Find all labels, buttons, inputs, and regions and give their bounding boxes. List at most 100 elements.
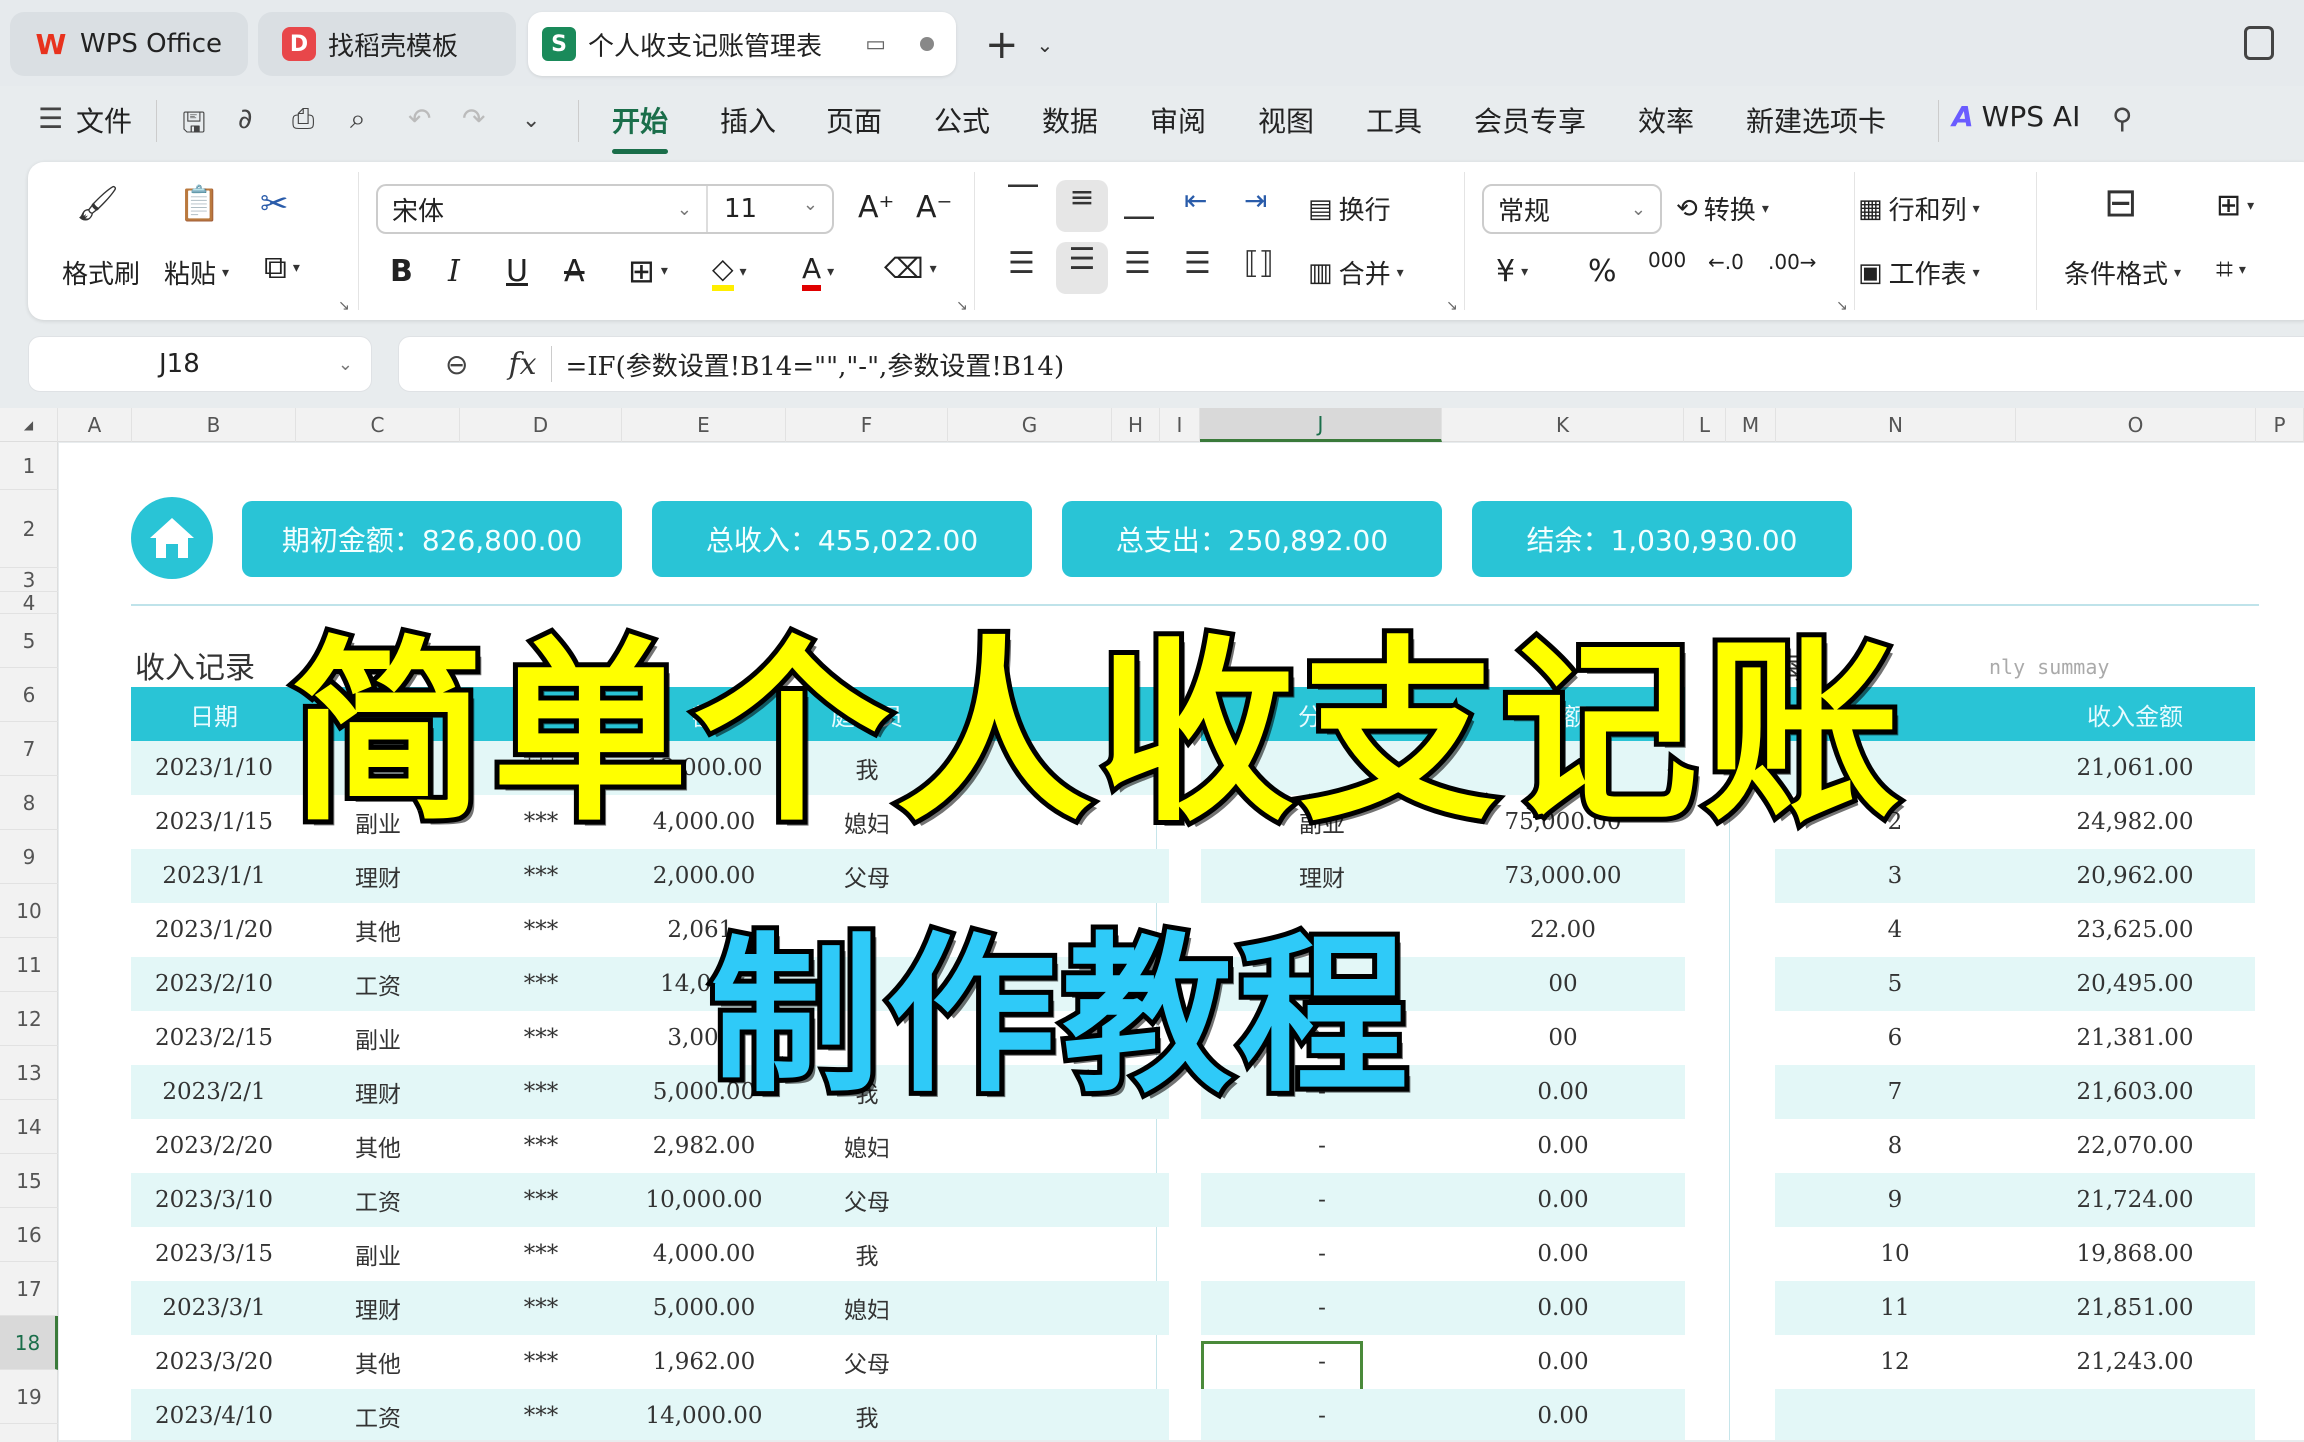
menu-formula[interactable]: 公式 <box>934 100 990 140</box>
search-icon[interactable]: ⚲ <box>2112 102 2133 135</box>
window-layout-icon[interactable] <box>2244 26 2274 60</box>
align-bottom-icon[interactable]: ⎽ <box>1124 186 1154 221</box>
row-header-13[interactable]: 13 <box>0 1046 58 1100</box>
income_section-cell[interactable]: *** <box>460 1119 622 1173</box>
font-size-dropdown[interactable]: 11 ⌄ <box>708 194 832 224</box>
income_section-cell[interactable]: 2,982.00 <box>622 1119 786 1173</box>
tab-spreadsheet[interactable]: S 个人收支记账管理表 ▭ <box>528 12 956 76</box>
monthly_section-cell[interactable]: 21,851.00 <box>2015 1281 2255 1335</box>
dialog-launcher-icon[interactable]: ↘ <box>1836 298 1848 314</box>
format-painter-button[interactable]: 格式刷 <box>62 254 140 291</box>
income_section-cell[interactable]: 2023/1/10 <box>132 741 296 795</box>
copy-button[interactable]: ⧉ ▾ <box>264 248 300 287</box>
increase-font-icon[interactable]: A⁺ <box>858 190 894 225</box>
share-link-icon[interactable]: ∂ <box>238 102 252 135</box>
name-box[interactable]: J18 ⌄ <box>28 336 372 392</box>
menu-home[interactable]: 开始 <box>612 100 669 154</box>
rows-cols-button[interactable]: ▦ 行和列 ▾ <box>1858 190 1980 227</box>
monthly_section-cell[interactable]: 20,962.00 <box>2015 849 2255 903</box>
dialog-launcher-icon[interactable]: ↘ <box>338 298 350 314</box>
income_section-cell[interactable]: *** <box>460 1011 622 1065</box>
menu-new-tab[interactable]: 新建选项卡 <box>1746 100 1886 140</box>
dialog-launcher-icon[interactable]: ↘ <box>1446 298 1458 314</box>
column-header-L[interactable]: L <box>1684 408 1726 442</box>
category_section-cell[interactable]: 0.00 <box>1443 1389 1683 1440</box>
number-format-dropdown[interactable]: 常规 ⌄ <box>1482 184 1662 234</box>
monthly_section-cell[interactable] <box>1775 1389 2015 1440</box>
select-all-corner[interactable]: ◢ <box>0 408 58 442</box>
category_section-cell[interactable]: 0.00 <box>1443 1281 1683 1335</box>
monthly_section-cell[interactable]: 7 <box>1775 1065 2015 1119</box>
income_section-cell[interactable]: 其他 <box>296 903 460 957</box>
underline-button[interactable]: U <box>506 254 528 289</box>
income_section-cell[interactable]: *** <box>460 903 622 957</box>
income_section-cell[interactable]: 我 <box>786 1389 948 1440</box>
income_section-cell[interactable]: 其他 <box>296 1335 460 1389</box>
font-name-dropdown[interactable]: 宋体 ⌄ <box>378 186 708 232</box>
row-header-17[interactable]: 17 <box>0 1262 58 1316</box>
income_section-cell[interactable]: 工资 <box>296 1173 460 1227</box>
save-icon[interactable]: 🖫 <box>182 102 206 150</box>
category_section-cell[interactable]: - <box>1201 1227 1443 1281</box>
increase-decimal-icon[interactable]: ←.0 <box>1708 250 1744 274</box>
row-header-9[interactable]: 9 <box>0 830 58 884</box>
income_section-cell[interactable]: 14,000.00 <box>622 1389 786 1440</box>
income_section-cell[interactable]: 副业 <box>296 1227 460 1281</box>
italic-button[interactable]: I <box>448 254 460 289</box>
monthly_section-cell[interactable]: 9 <box>1775 1173 2015 1227</box>
column-header-A[interactable]: A <box>58 408 132 442</box>
monthly_section-cell[interactable]: 21,724.00 <box>2015 1173 2255 1227</box>
income_section-cell[interactable]: 2023/3/15 <box>132 1227 296 1281</box>
formula-bar[interactable]: ⊖ fx =IF(参数设置!B14="","-",参数设置!B14) <box>398 336 2304 392</box>
income_section-cell[interactable]: 2023/1/15 <box>132 795 296 849</box>
row-header-6[interactable]: 6 <box>0 668 58 722</box>
income_section-cell[interactable]: 2023/4/10 <box>132 1389 296 1440</box>
column-header-B[interactable]: B <box>132 408 296 442</box>
format-painter-icon[interactable]: 🖌 <box>76 184 119 224</box>
income_section-cell[interactable]: 工资 <box>296 1389 460 1440</box>
income_section-cell[interactable]: *** <box>460 1065 622 1119</box>
income_section-cell[interactable]: 媳妇 <box>786 1119 948 1173</box>
monthly_section-cell[interactable]: 21,061.00 <box>2015 741 2255 795</box>
income_section-cell[interactable]: 2023/3/20 <box>132 1335 296 1389</box>
income_section-cell[interactable]: 理财 <box>296 1281 460 1335</box>
merge-button[interactable]: ▥ 合并 ▾ <box>1308 254 1404 291</box>
menu-view[interactable]: 视图 <box>1258 100 1314 140</box>
print-preview-icon[interactable]: ⌕ <box>350 102 366 136</box>
menu-tools[interactable]: 工具 <box>1366 100 1422 140</box>
category_section-cell[interactable]: - <box>1201 1389 1443 1440</box>
income_section-cell[interactable]: 父母 <box>786 1335 948 1389</box>
category_section-cell[interactable]: 00 <box>1443 1011 1683 1065</box>
column-header-F[interactable]: F <box>786 408 948 442</box>
column-header-E[interactable]: E <box>622 408 786 442</box>
monthly_section-cell[interactable]: 8 <box>1775 1119 2015 1173</box>
column-header-K[interactable]: K <box>1442 408 1684 442</box>
tab-wps-office[interactable]: W WPS Office <box>10 12 248 76</box>
row-header-3[interactable]: 3 <box>0 568 58 592</box>
freeze-button[interactable]: ⌗ ▾ <box>2216 252 2246 287</box>
monthly_section-cell[interactable]: 5 <box>1775 957 2015 1011</box>
bold-button[interactable]: B <box>390 254 413 289</box>
income_section-cell[interactable]: *** <box>460 1173 622 1227</box>
menu-review[interactable]: 审阅 <box>1150 100 1206 140</box>
column-header-I[interactable]: I <box>1160 408 1200 442</box>
decrease-indent-icon[interactable]: ⇤ <box>1184 184 1207 217</box>
category_section-cell[interactable]: - <box>1201 1173 1443 1227</box>
column-header-D[interactable]: D <box>460 408 622 442</box>
income_section-cell[interactable]: *** <box>460 1389 622 1440</box>
monthly_section-cell[interactable] <box>2015 1389 2255 1440</box>
category_section-cell[interactable]: 0.00 <box>1443 1227 1683 1281</box>
row-header-15[interactable]: 15 <box>0 1154 58 1208</box>
monthly_section-cell[interactable]: 23,625.00 <box>2015 903 2255 957</box>
decrease-decimal-icon[interactable]: .00→ <box>1768 250 1817 274</box>
column-header-J[interactable]: J <box>1200 408 1442 442</box>
category_section-cell[interactable]: 22.00 <box>1443 903 1683 957</box>
menu-insert[interactable]: 插入 <box>720 100 776 140</box>
home-button[interactable] <box>131 497 213 579</box>
column-header-G[interactable]: G <box>948 408 1112 442</box>
monthly_section-cell[interactable]: 21,603.00 <box>2015 1065 2255 1119</box>
row-header-5[interactable]: 5 <box>0 614 58 668</box>
column-header-C[interactable]: C <box>296 408 460 442</box>
category_section-cell[interactable]: 0.00 <box>1443 1173 1683 1227</box>
menu-member[interactable]: 会员专享 <box>1474 100 1586 140</box>
